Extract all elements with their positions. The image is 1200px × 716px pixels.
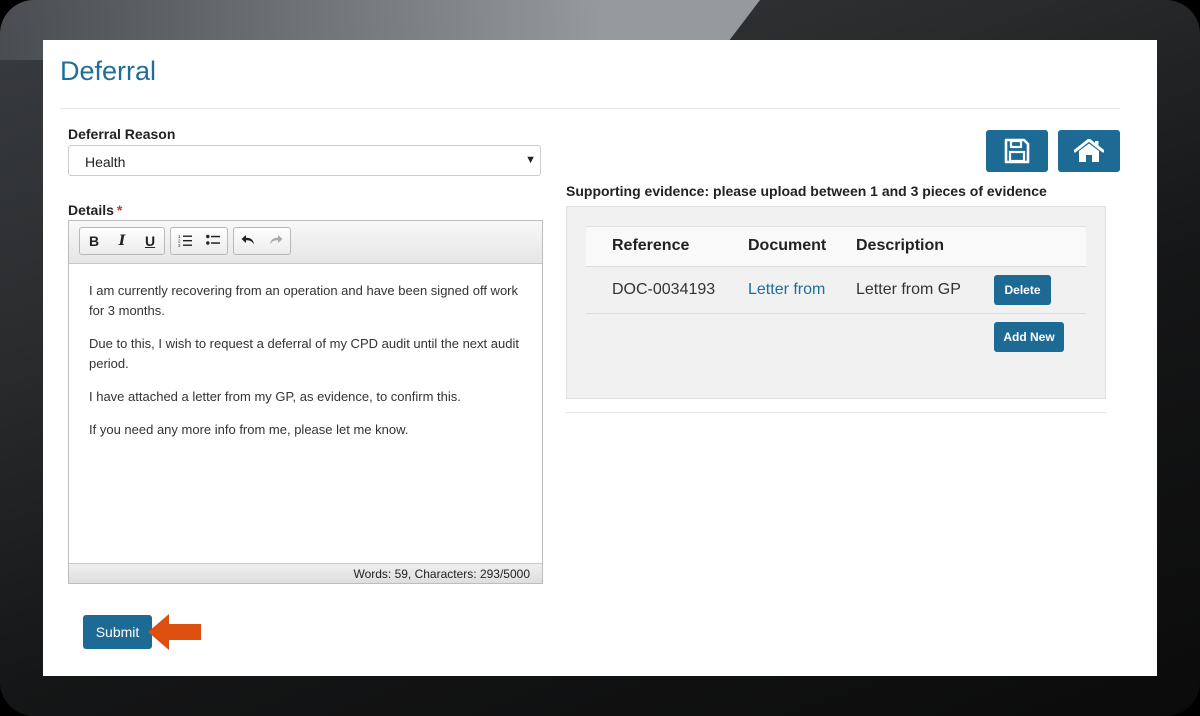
evidence-reference: DOC-0034193 [612, 281, 716, 298]
title-divider [60, 108, 1120, 109]
column-header-description: Description [856, 237, 945, 254]
editor-paragraph: If you need any more info from me, pleas… [89, 422, 409, 437]
numbered-list-icon: 1 2 3 [178, 234, 192, 248]
home-button[interactable] [1058, 130, 1120, 172]
undo-button[interactable] [234, 228, 262, 254]
deferral-reason-value: Health [85, 154, 126, 170]
word-count: Words: 59, Characters: 293/5000 [353, 567, 530, 581]
deferral-reason-label: Deferral Reason [68, 126, 176, 142]
editor-paragraph: Due to this, I wish to request a deferra… [89, 336, 519, 371]
editor-paragraph: I am currently recovering from an operat… [89, 283, 518, 318]
table-footer: Add New [586, 314, 1086, 360]
evidence-document-link[interactable]: Letter from [748, 281, 825, 299]
screenshot-frame: Deferral Deferral Reason Health ▼ Detail… [0, 0, 1200, 716]
editor-paragraph: I have attached a letter from my GP, as … [89, 389, 461, 404]
list-button-group: 1 2 3 [170, 227, 228, 255]
save-button[interactable] [986, 130, 1048, 172]
bullet-list-icon [206, 234, 220, 245]
save-icon [1004, 138, 1030, 164]
redo-icon [270, 235, 283, 245]
italic-button[interactable]: I [108, 228, 136, 254]
home-icon [1074, 139, 1104, 162]
editor-toolbar: B I U 1 2 3 [69, 221, 542, 264]
table-row: DOC-0034193 Letter from Letter from GP D… [586, 267, 1086, 314]
evidence-label: Supporting evidence: please upload betwe… [566, 183, 1047, 199]
details-label-text: Details [68, 202, 114, 218]
undo-icon [241, 235, 254, 245]
underline-button[interactable]: U [136, 228, 164, 254]
delete-button[interactable]: Delete [994, 275, 1051, 305]
editor-statusbar: Words: 59, Characters: 293/5000 [69, 563, 542, 583]
deferral-reason-select[interactable]: Health ▼ [68, 145, 541, 176]
details-editor[interactable]: B I U 1 2 3 I am currently recovering fr… [68, 220, 543, 584]
annotation-arrow-icon [148, 614, 201, 650]
bold-button[interactable]: B [80, 228, 108, 254]
page: Deferral Deferral Reason Health ▼ Detail… [43, 40, 1157, 676]
add-new-button[interactable]: Add New [994, 322, 1064, 352]
chevron-down-icon: ▼ [525, 154, 536, 166]
details-label: Details * [68, 202, 122, 218]
format-button-group: B I U [79, 227, 165, 255]
column-header-document: Document [748, 237, 827, 254]
page-title: Deferral [60, 56, 157, 86]
table-header: Reference Document Description [586, 226, 1086, 267]
svg-text:3: 3 [178, 243, 181, 247]
submit-button[interactable]: Submit [83, 615, 152, 649]
evidence-divider [566, 412, 1106, 413]
bullet-list-button[interactable] [199, 228, 227, 254]
evidence-panel: Reference Document Description DOC-00341… [566, 206, 1106, 399]
evidence-description: Letter from GP [856, 281, 961, 298]
required-marker: * [116, 202, 123, 218]
column-header-reference: Reference [612, 237, 690, 254]
editor-content[interactable]: I am currently recovering from an operat… [89, 281, 529, 453]
history-button-group [233, 227, 291, 255]
numbered-list-button[interactable]: 1 2 3 [171, 228, 199, 254]
evidence-table: Reference Document Description DOC-00341… [586, 226, 1086, 360]
redo-button[interactable] [262, 228, 290, 254]
